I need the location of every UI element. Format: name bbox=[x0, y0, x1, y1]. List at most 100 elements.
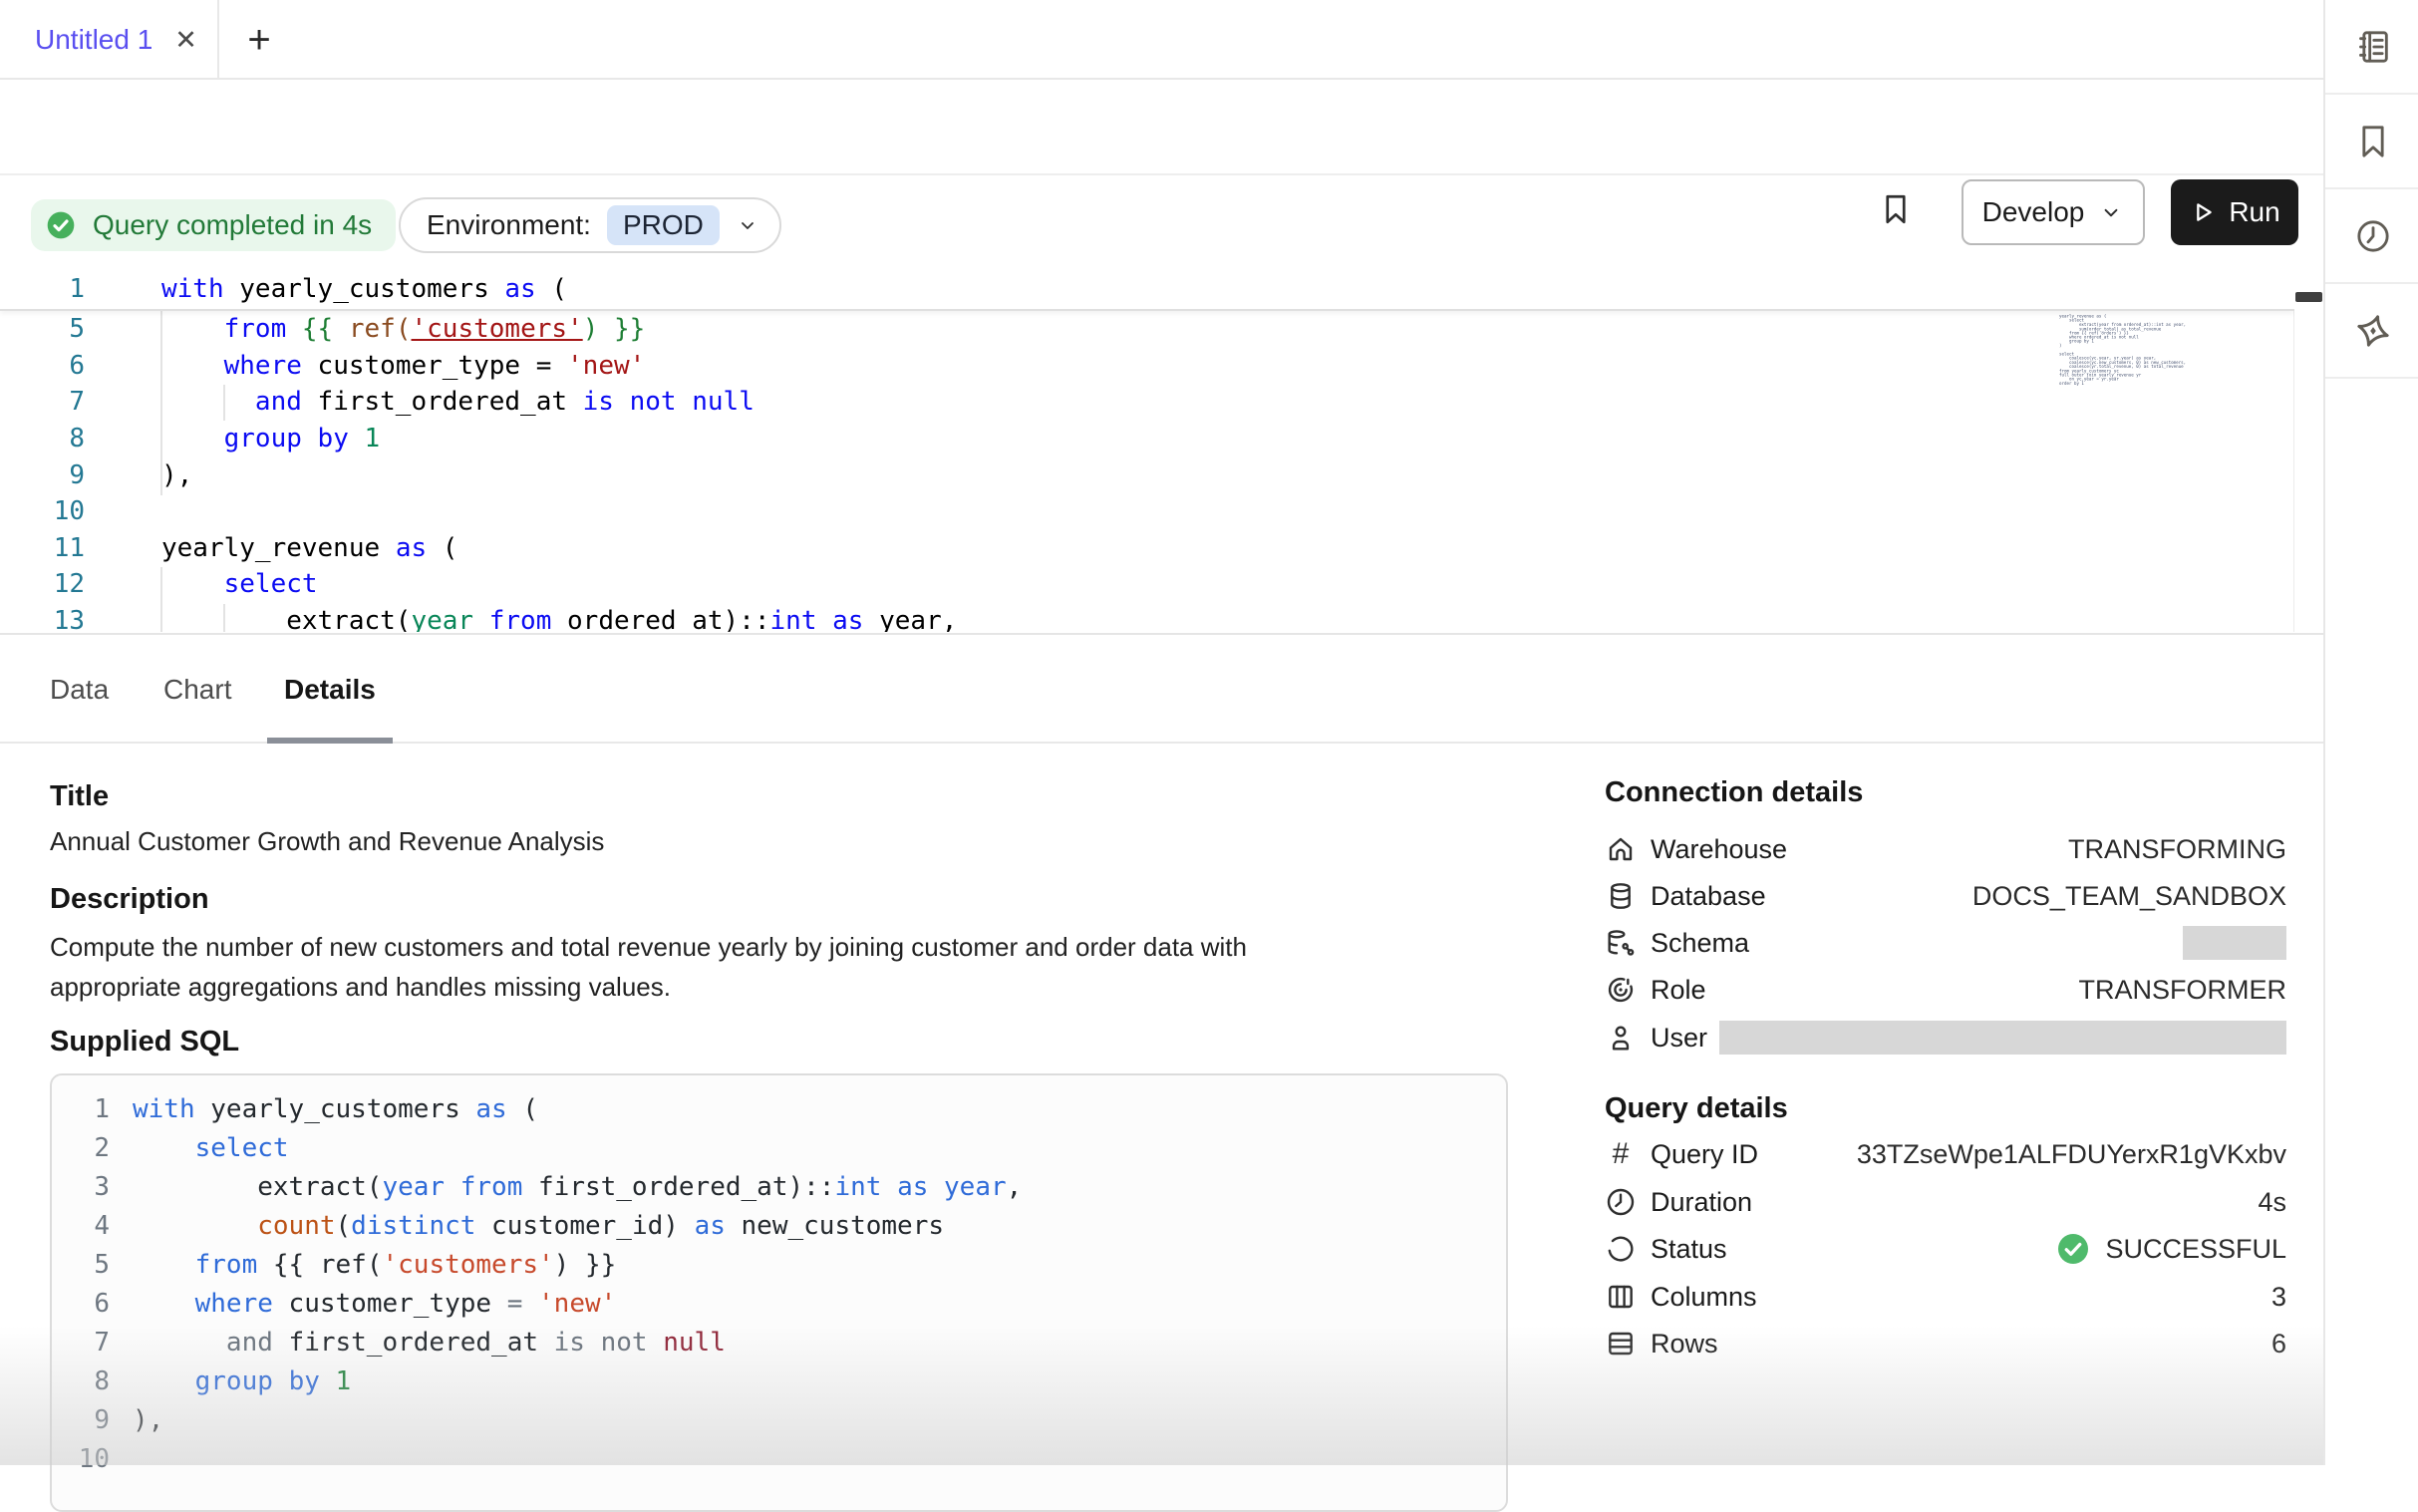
row-label: Role bbox=[1651, 975, 1706, 1006]
connection-details-heading: Connection details bbox=[1605, 776, 2286, 809]
query-row-rows: Rows 6 bbox=[1605, 1320, 2286, 1367]
sticky-line: 1with yearly_customers as ( bbox=[0, 269, 2294, 311]
status-value: SUCCESSFUL bbox=[2105, 1234, 2286, 1265]
close-icon[interactable]: ✕ bbox=[174, 25, 197, 56]
row-value: DOCS_TEAM_SANDBOX bbox=[1972, 881, 2286, 912]
code-line: 6 where customer_type = 'new' bbox=[52, 1284, 1506, 1323]
success-check-icon bbox=[2055, 1231, 2091, 1267]
row-label: Schema bbox=[1651, 928, 1749, 959]
bookmark-icon bbox=[2353, 122, 2393, 161]
tab-chart[interactable]: Chart bbox=[163, 635, 231, 744]
code-line: 6 where customer_type = 'new' bbox=[0, 348, 2294, 385]
tab-title: Untitled 1 bbox=[35, 24, 152, 56]
run-label: Run bbox=[2229, 196, 2279, 228]
code-line: 1with yearly_customers as ( bbox=[52, 1089, 1506, 1128]
row-value: 6 bbox=[2271, 1329, 2286, 1360]
code-line: 11yearly_revenue as ( bbox=[0, 530, 2294, 567]
sql-editor[interactable]: 1with yearly_customers as ( 5 from {{ re… bbox=[0, 269, 2294, 632]
row-value: TRANSFORMER bbox=[2079, 975, 2287, 1006]
copilot-icon bbox=[2352, 310, 2394, 352]
environment-value-chip: PROD bbox=[607, 205, 720, 245]
row-label: Duration bbox=[1651, 1187, 1752, 1218]
row-label: Database bbox=[1651, 881, 1766, 912]
hash-icon: # bbox=[1605, 1138, 1637, 1170]
code-line: 9), bbox=[52, 1400, 1506, 1439]
code-line: 3 extract(year from first_ordered_at)::i… bbox=[52, 1167, 1506, 1206]
history-icon bbox=[2353, 216, 2393, 256]
sidebar-bookmarks-button[interactable] bbox=[2325, 95, 2418, 189]
supplied-sql-block: 1with yearly_customers as (2 select3 ext… bbox=[50, 1073, 1508, 1512]
check-circle-icon bbox=[45, 209, 77, 241]
query-status-text: Query completed in 4s bbox=[93, 209, 372, 241]
tab-untitled-1[interactable]: Untitled 1 ✕ bbox=[0, 0, 219, 80]
redacted-value bbox=[1719, 1021, 2286, 1055]
sidebar-history-button[interactable] bbox=[2325, 189, 2418, 284]
connection-row-role: Role TRANSFORMER bbox=[1605, 966, 2286, 1014]
row-label: Query ID bbox=[1651, 1139, 1758, 1170]
row-label: User bbox=[1651, 1023, 1707, 1054]
indent-guide bbox=[160, 567, 162, 632]
schema-icon bbox=[1605, 927, 1637, 959]
row-value: TRANSFORMING bbox=[2068, 834, 2286, 865]
environment-selector[interactable]: Environment: PROD bbox=[399, 197, 781, 253]
code-line: 4 count(distinct customer_id) as new_cus… bbox=[52, 1206, 1506, 1245]
code-line: 12 select bbox=[0, 566, 2294, 603]
tab-data[interactable]: Data bbox=[50, 635, 109, 744]
rows-icon bbox=[1605, 1328, 1637, 1360]
develop-label: Develop bbox=[1982, 196, 2085, 228]
code-line: 7 and first_ordered_at is not null bbox=[0, 384, 2294, 421]
redacted-value bbox=[2183, 926, 2286, 960]
chevron-down-icon bbox=[736, 213, 759, 237]
bookmark-icon[interactable] bbox=[1878, 191, 1914, 227]
role-icon bbox=[1605, 974, 1637, 1006]
code-line: 8 group by 1 bbox=[0, 421, 2294, 457]
row-value: 33TZseWpe1ALFDUYerxR1gVKxbv bbox=[1857, 1139, 2286, 1170]
connection-row-database: Database DOCS_TEAM_SANDBOX bbox=[1605, 872, 2286, 920]
results-tab-bar: Data Chart Details bbox=[0, 633, 2323, 744]
row-value: 3 bbox=[2271, 1282, 2286, 1313]
code-line: 8 group by 1 bbox=[52, 1361, 1506, 1400]
indent-guide bbox=[223, 604, 225, 632]
code-line: 10 bbox=[0, 493, 2294, 530]
sidebar-notebook-button[interactable] bbox=[2325, 0, 2418, 95]
spinner-icon bbox=[1605, 1233, 1637, 1265]
new-tab-button[interactable]: + bbox=[233, 0, 285, 80]
title-heading: Title bbox=[50, 780, 109, 813]
row-label: Warehouse bbox=[1651, 834, 1787, 865]
play-icon bbox=[2189, 198, 2217, 226]
code-line: 5 from {{ ref('customers') }} bbox=[0, 311, 2294, 348]
scrollbar-thumb[interactable] bbox=[2295, 292, 2322, 302]
active-tab-underline bbox=[267, 738, 393, 744]
title-value: Annual Customer Growth and Revenue Analy… bbox=[50, 826, 604, 857]
indent-guide bbox=[223, 385, 225, 421]
connection-row-user: User bbox=[1605, 1014, 2286, 1061]
tab-details[interactable]: Details bbox=[284, 635, 376, 744]
row-label: Rows bbox=[1651, 1329, 1718, 1360]
code-line: 7 and first_ordered_at is not null bbox=[52, 1323, 1506, 1361]
query-row-status: Status SUCCESSFUL bbox=[1605, 1225, 2286, 1273]
code-line: 10 bbox=[52, 1439, 1506, 1478]
query-row-id: # Query ID 33TZseWpe1ALFDUYerxR1gVKxbv bbox=[1605, 1130, 2286, 1178]
user-icon bbox=[1605, 1022, 1637, 1054]
develop-dropdown[interactable]: Develop bbox=[1962, 179, 2145, 245]
sidebar-copilot-button[interactable] bbox=[2325, 284, 2418, 379]
run-button[interactable]: Run bbox=[2171, 179, 2298, 245]
supplied-sql-heading: Supplied SQL bbox=[50, 1026, 239, 1058]
code-line: 9), bbox=[0, 456, 2294, 493]
row-label: Status bbox=[1651, 1234, 1727, 1265]
warehouse-icon bbox=[1605, 833, 1637, 865]
code-line: 13 extract(year from ordered_at)::int as… bbox=[0, 603, 2294, 632]
query-row-duration: Duration 4s bbox=[1605, 1178, 2286, 1226]
chevron-down-icon bbox=[2098, 199, 2124, 225]
query-row-columns: Columns 3 bbox=[1605, 1273, 2286, 1321]
toolbar: Develop Run bbox=[0, 80, 2323, 175]
editor-lines: 5 from {{ ref('customers') }}6 where cus… bbox=[0, 311, 2294, 632]
description-heading: Description bbox=[50, 883, 209, 916]
connection-row-schema: Schema bbox=[1605, 919, 2286, 967]
indent-guide bbox=[160, 311, 162, 495]
tab-bar: Untitled 1 ✕ + bbox=[0, 0, 2323, 80]
query-details-heading: Query details bbox=[1605, 1092, 2286, 1125]
database-icon bbox=[1605, 880, 1637, 912]
clock-icon bbox=[1605, 1186, 1637, 1218]
connection-row-warehouse: Warehouse TRANSFORMING bbox=[1605, 825, 2286, 873]
